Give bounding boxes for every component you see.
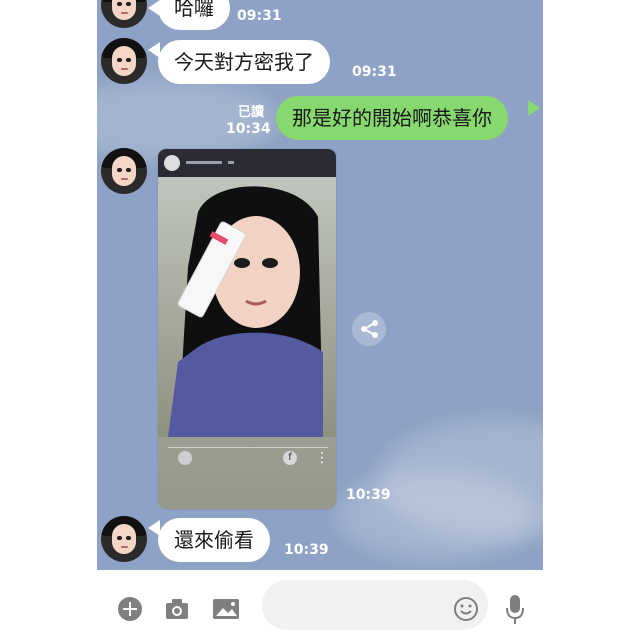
shared-image-card[interactable]: f ⋮ — [158, 149, 336, 509]
voice-button[interactable] — [503, 592, 527, 626]
emoji-icon — [454, 597, 478, 621]
message-bubble[interactable]: 還來偷看 — [158, 518, 270, 562]
message-time: 09:31 — [237, 8, 282, 24]
message-time: 10:34 — [226, 121, 271, 137]
avatar[interactable] — [101, 148, 147, 194]
add-button[interactable] — [116, 595, 144, 623]
share-button[interactable] — [352, 312, 386, 346]
avatar[interactable] — [101, 516, 147, 562]
message-bubble[interactable]: 今天對方密我了 — [158, 40, 330, 84]
shared-photo: f ⋮ — [158, 177, 336, 509]
message-time: 09:31 — [352, 64, 397, 80]
message-bubble[interactable]: 哈囉 — [158, 0, 230, 30]
camera-button[interactable] — [162, 594, 192, 624]
message-text: 哈囉 — [174, 0, 214, 20]
message-text: 那是好的開始啊恭喜你 — [292, 106, 492, 130]
more-icon: ⋮ — [315, 450, 329, 466]
avatar[interactable] — [101, 38, 147, 84]
image-icon — [213, 599, 239, 619]
message-text: 今天對方密我了 — [174, 50, 314, 74]
facebook-icon: f — [283, 451, 297, 465]
emoji-button[interactable] — [451, 594, 481, 624]
gallery-button[interactable] — [210, 594, 242, 624]
camera-icon — [166, 599, 188, 619]
message-time: 10:39 — [284, 542, 329, 558]
microphone-icon — [506, 595, 524, 624]
share-icon — [361, 320, 378, 338]
profile-icon — [178, 451, 192, 465]
message-bubble[interactable]: 那是好的開始啊恭喜你 — [276, 96, 508, 140]
message-time: 10:39 — [346, 487, 391, 503]
message-text: 還來偷看 — [174, 528, 254, 552]
plus-circle-icon — [118, 597, 142, 621]
read-receipt: 已讀 — [238, 105, 265, 120]
card-header — [158, 149, 336, 177]
